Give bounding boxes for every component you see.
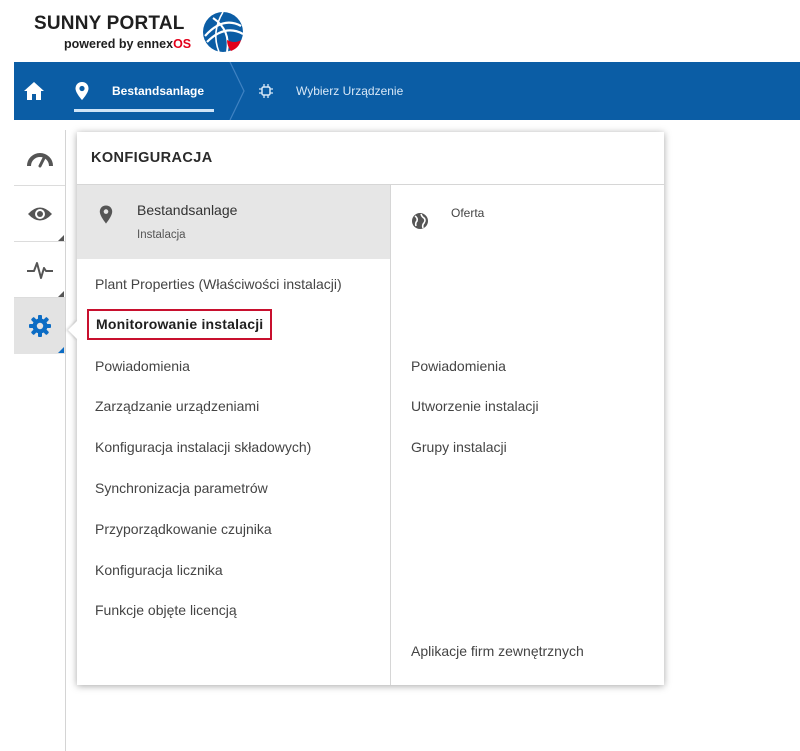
plant-name: Bestandsanlage <box>137 202 238 218</box>
menu-item-device-management[interactable]: Zarządzanie urządzeniami <box>95 398 259 414</box>
active-breadcrumb-underline <box>74 109 214 112</box>
menu-item-meter-configuration[interactable]: Konfiguracja licznika <box>95 562 223 578</box>
menu-item-plant-monitoring[interactable]: Monitorowanie instalacji <box>87 309 273 340</box>
offer-label: Oferta <box>451 206 485 220</box>
menu-item-notifications-account[interactable]: Powiadomienia <box>411 358 506 374</box>
breadcrumb-select-device[interactable]: Wybierz Urządzenie <box>258 62 403 120</box>
menu-item-third-party-apps[interactable]: Aplikacje firm zewnętrznych <box>411 643 584 659</box>
rail-item-monitoring[interactable] <box>14 186 65 242</box>
globe-icon <box>412 213 428 229</box>
gear-icon <box>28 315 51 337</box>
menu-item-licensed-functions[interactable]: Funkcje objęte licencją <box>95 602 237 618</box>
plant-type: Instalacja <box>137 229 186 241</box>
device-chip-icon <box>259 84 273 98</box>
breadcrumb-plant-label: Bestandsanlage <box>112 84 205 98</box>
dashboard-gauge-icon <box>26 153 53 168</box>
eye-icon <box>27 207 52 221</box>
menu-item-notifications[interactable]: Powiadomienia <box>95 358 190 374</box>
breadcrumb-plant[interactable]: Bestandsanlage <box>74 62 214 120</box>
location-pin-icon <box>75 82 89 100</box>
menu-item-sensor-assignment[interactable]: Przyporządkowanie czujnika <box>95 521 272 537</box>
left-rail <box>14 130 66 751</box>
home-icon[interactable] <box>22 79 46 103</box>
rail-item-dashboard[interactable] <box>14 130 65 186</box>
menu-item-plant-properties[interactable]: Plant Properties (Właściwości instalacji… <box>95 276 342 292</box>
logo-subtitle: powered by ennexOS <box>64 37 191 51</box>
popup-pointer <box>68 320 78 340</box>
popup-column-divider <box>390 185 391 685</box>
rail-item-configuration[interactable] <box>14 298 65 354</box>
offer-link[interactable]: Oferta <box>411 204 484 230</box>
menu-item-parameter-sync[interactable]: Synchronizacja parametrów <box>95 480 268 496</box>
configuration-menu-popup: KONFIGURACJA Bestandsanlage Instalacja P… <box>68 132 664 685</box>
menu-item-create-plant[interactable]: Utworzenie instalacji <box>411 398 539 414</box>
menu-item-plant-groups[interactable]: Grupy instalacji <box>411 439 507 455</box>
breadcrumb-select-device-label: Wybierz Urządzenie <box>296 84 404 98</box>
logo-title: SUNNY PORTAL <box>34 13 185 34</box>
menu-item-subplant-configuration[interactable]: Konfiguracja instalacji składowych) <box>95 439 311 455</box>
breadcrumb-separator <box>229 62 245 120</box>
rail-divider <box>65 130 66 751</box>
logo-globe-icon <box>203 11 244 53</box>
rail-item-analysis[interactable] <box>14 242 65 298</box>
sunny-portal-logo[interactable]: SUNNY PORTAL powered by ennexOS <box>34 10 254 60</box>
pulse-icon <box>26 262 53 279</box>
top-navigation-bar: Bestandsanlage Wybierz Urządzenie <box>14 62 800 120</box>
location-pin-icon <box>99 205 113 224</box>
submenu-indicator <box>58 347 64 353</box>
logo-subtitle-suffix: OS <box>173 37 192 51</box>
popup-title: KONFIGURACJA <box>91 150 213 166</box>
plant-card[interactable]: Bestandsanlage Instalacja <box>77 185 390 259</box>
logo-subtitle-prefix: powered by ennex <box>64 37 174 51</box>
